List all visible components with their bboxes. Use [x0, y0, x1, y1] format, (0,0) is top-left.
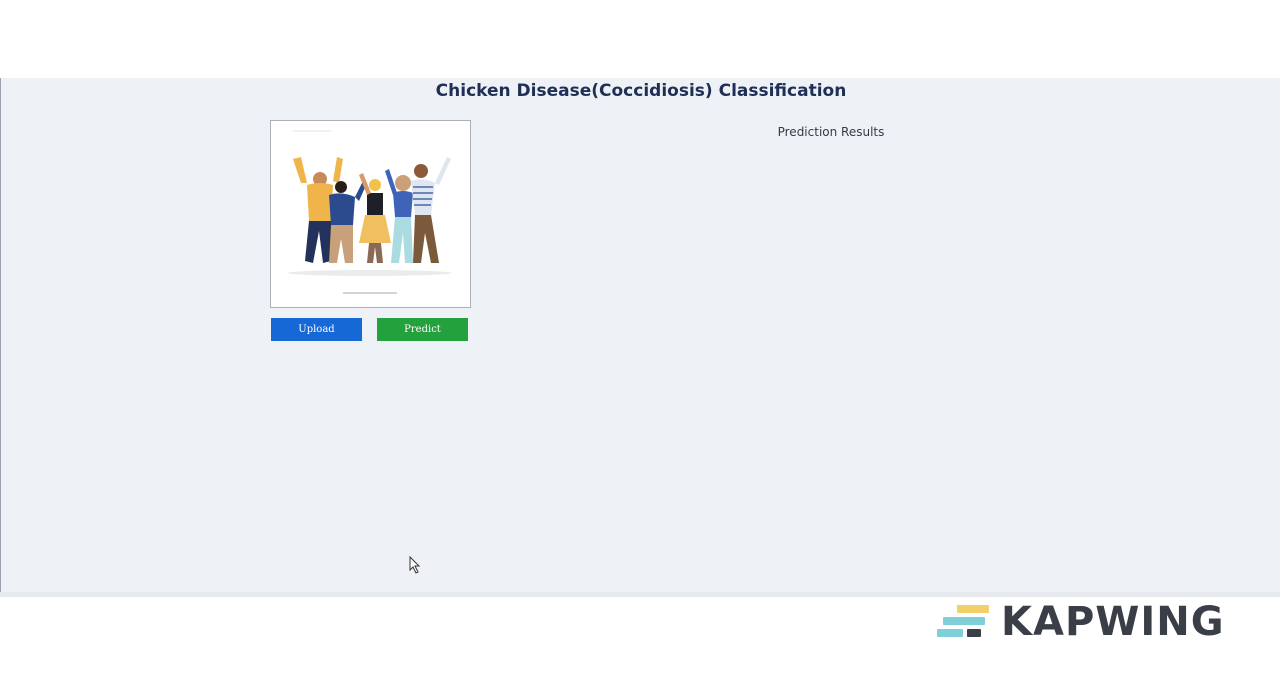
- screen: Chicken Disease(Coccidiosis) Classificat…: [0, 0, 1280, 674]
- kapwing-logo-icon: [937, 605, 989, 637]
- kapwing-wordmark: KAPWING: [1001, 599, 1225, 645]
- prediction-results-label: Prediction Results: [777, 125, 885, 139]
- predict-button[interactable]: Predict: [377, 318, 468, 341]
- page-title: Chicken Disease(Coccidiosis) Classificat…: [435, 81, 847, 101]
- bottom-divider: [0, 592, 1280, 597]
- app-window: Chicken Disease(Coccidiosis) Classificat…: [0, 78, 1280, 594]
- image-preview-box: [270, 120, 471, 308]
- kapwing-watermark: KAPWING: [937, 602, 1225, 642]
- upload-button[interactable]: Upload: [271, 318, 362, 341]
- mouse-cursor-icon: [409, 556, 421, 574]
- people-celebrating-illustration: [271, 121, 470, 307]
